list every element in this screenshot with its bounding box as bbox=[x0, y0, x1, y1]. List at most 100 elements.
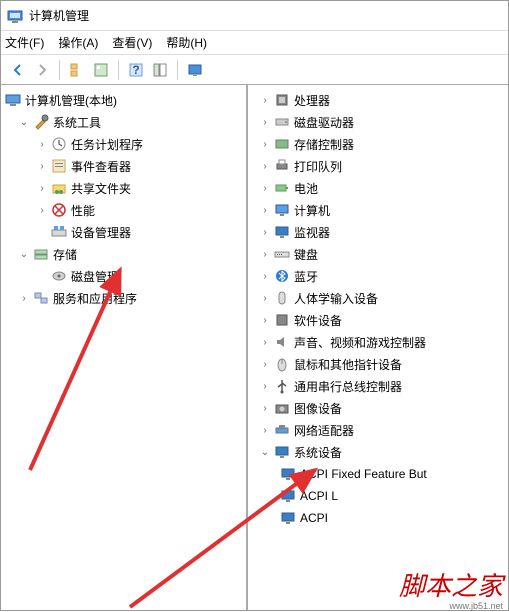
view-button[interactable] bbox=[149, 59, 171, 81]
forward-button[interactable] bbox=[31, 59, 53, 81]
tree-services-apps[interactable]: › 服务和应用程序 bbox=[3, 287, 244, 309]
device-mgr-icon bbox=[51, 224, 67, 240]
menu-action[interactable]: 操作(A) bbox=[58, 34, 98, 51]
system-icon bbox=[274, 444, 290, 460]
expander-closed-icon[interactable]: › bbox=[35, 159, 49, 173]
navigation-tree: 计算机管理(本地) ⌄ 系统工具 › 任务计划程序 › 事件查看器 › 共享文件… bbox=[1, 85, 248, 610]
tree-disk-management[interactable]: 磁盘管理 bbox=[3, 265, 244, 287]
dev-network[interactable]: ›网络适配器 bbox=[250, 419, 506, 441]
menu-help[interactable]: 帮助(H) bbox=[166, 34, 207, 51]
tree-device-manager[interactable]: 设备管理器 bbox=[3, 221, 244, 243]
expander-closed-icon[interactable]: › bbox=[35, 203, 49, 217]
back-button[interactable] bbox=[7, 59, 29, 81]
bluetooth-icon bbox=[274, 268, 290, 284]
refresh-button[interactable] bbox=[184, 59, 206, 81]
computer-mgmt-icon bbox=[5, 92, 21, 108]
expander-closed-icon[interactable]: › bbox=[258, 335, 272, 349]
titlebar: 计算机管理 bbox=[1, 1, 508, 31]
dev-computer[interactable]: ›计算机 bbox=[250, 199, 506, 221]
dev-batteries[interactable]: ›电池 bbox=[250, 177, 506, 199]
dev-imaging[interactable]: ›图像设备 bbox=[250, 397, 506, 419]
tree-event-viewer[interactable]: › 事件查看器 bbox=[3, 155, 244, 177]
dev-software[interactable]: ›软件设备 bbox=[250, 309, 506, 331]
expander-closed-icon[interactable]: › bbox=[258, 313, 272, 327]
storage-ctrl-icon bbox=[274, 136, 290, 152]
dev-monitors[interactable]: ›监视器 bbox=[250, 221, 506, 243]
hid-icon bbox=[274, 290, 290, 306]
dev-keyboards[interactable]: ›键盘 bbox=[250, 243, 506, 265]
network-icon bbox=[274, 422, 290, 438]
content-panes: 计算机管理(本地) ⌄ 系统工具 › 任务计划程序 › 事件查看器 › 共享文件… bbox=[1, 85, 508, 610]
menubar: 文件(F) 操作(A) 查看(V) 帮助(H) bbox=[1, 31, 508, 55]
tree-root-computer-mgmt[interactable]: 计算机管理(本地) bbox=[3, 89, 244, 111]
expander-closed-icon[interactable]: › bbox=[258, 269, 272, 283]
expander-closed-icon[interactable]: › bbox=[258, 401, 272, 415]
dev-processors[interactable]: ›处理器 bbox=[250, 89, 506, 111]
event-icon bbox=[51, 158, 67, 174]
cpu-icon bbox=[274, 92, 290, 108]
dev-hid[interactable]: ›人体学输入设备 bbox=[250, 287, 506, 309]
dev-disk-drives[interactable]: ›磁盘驱动器 bbox=[250, 111, 506, 133]
expander-closed-icon[interactable]: › bbox=[258, 379, 272, 393]
camera-icon bbox=[274, 400, 290, 416]
expander-closed-icon[interactable]: › bbox=[258, 181, 272, 195]
separator bbox=[118, 60, 119, 80]
dev-acpi-l[interactable]: ACPI L bbox=[250, 485, 506, 507]
dev-acpi[interactable]: ACPI bbox=[250, 507, 506, 529]
toolbar: ? bbox=[1, 55, 508, 85]
printer-icon bbox=[274, 158, 290, 174]
computer-icon bbox=[274, 202, 290, 218]
device-tree: ›处理器 ›磁盘驱动器 ›存储控制器 ›打印队列 ›电池 ›计算机 ›监视器 ›… bbox=[248, 85, 508, 610]
dev-system-devices[interactable]: ⌄系统设备 bbox=[250, 441, 506, 463]
dev-mice[interactable]: ›鼠标和其他指针设备 bbox=[250, 353, 506, 375]
expander-open-icon[interactable]: ⌄ bbox=[17, 247, 31, 261]
expander-closed-icon[interactable]: › bbox=[258, 159, 272, 173]
tree-performance[interactable]: › 性能 bbox=[3, 199, 244, 221]
expander-closed-icon[interactable]: › bbox=[258, 137, 272, 151]
tools-icon bbox=[33, 114, 49, 130]
monitor-icon bbox=[274, 224, 290, 240]
expander-open-icon[interactable]: ⌄ bbox=[17, 115, 31, 129]
app-icon bbox=[7, 8, 23, 24]
dev-sound[interactable]: ›声音、视频和游戏控制器 bbox=[250, 331, 506, 353]
tree-shared-folders[interactable]: › 共享文件夹 bbox=[3, 177, 244, 199]
menu-view[interactable]: 查看(V) bbox=[112, 34, 152, 51]
expander-open-icon[interactable]: ⌄ bbox=[258, 445, 272, 459]
expander-closed-icon[interactable]: › bbox=[258, 357, 272, 371]
properties-button[interactable] bbox=[90, 59, 112, 81]
device-icon bbox=[280, 488, 296, 504]
expander-closed-icon[interactable]: › bbox=[258, 291, 272, 305]
expander-closed-icon[interactable]: › bbox=[17, 291, 31, 305]
expander-closed-icon[interactable]: › bbox=[258, 115, 272, 129]
dev-storage-ctrl[interactable]: ›存储控制器 bbox=[250, 133, 506, 155]
spacer bbox=[35, 269, 49, 283]
window-title: 计算机管理 bbox=[29, 7, 89, 24]
software-icon bbox=[274, 312, 290, 328]
tree-system-tools[interactable]: ⌄ 系统工具 bbox=[3, 111, 244, 133]
expander-closed-icon[interactable]: › bbox=[258, 93, 272, 107]
dev-acpi-fixed[interactable]: ACPI Fixed Feature But bbox=[250, 463, 506, 485]
storage-icon bbox=[33, 246, 49, 262]
dev-usb[interactable]: ›通用串行总线控制器 bbox=[250, 375, 506, 397]
expander-closed-icon[interactable]: › bbox=[35, 137, 49, 151]
mouse-icon bbox=[274, 356, 290, 372]
usb-icon bbox=[274, 378, 290, 394]
watermark-text: 脚本之家 bbox=[399, 566, 503, 603]
expander-closed-icon[interactable]: › bbox=[258, 247, 272, 261]
spacer bbox=[35, 225, 49, 239]
dev-bluetooth[interactable]: ›蓝牙 bbox=[250, 265, 506, 287]
help-button[interactable]: ? bbox=[125, 59, 147, 81]
services-icon bbox=[33, 290, 49, 306]
tree-task-scheduler[interactable]: › 任务计划程序 bbox=[3, 133, 244, 155]
expander-closed-icon[interactable]: › bbox=[258, 203, 272, 217]
menu-file[interactable]: 文件(F) bbox=[5, 34, 44, 51]
disk-icon bbox=[51, 268, 67, 284]
show-tree-button[interactable] bbox=[66, 59, 88, 81]
dev-print-queues[interactable]: ›打印队列 bbox=[250, 155, 506, 177]
expander-closed-icon[interactable]: › bbox=[258, 225, 272, 239]
tree-storage[interactable]: ⌄ 存储 bbox=[3, 243, 244, 265]
expander-closed-icon[interactable]: › bbox=[35, 181, 49, 195]
expander-closed-icon[interactable]: › bbox=[258, 423, 272, 437]
performance-icon bbox=[51, 202, 67, 218]
computer-management-window: 计算机管理 文件(F) 操作(A) 查看(V) 帮助(H) ? 计算机管理(本地… bbox=[0, 0, 509, 611]
